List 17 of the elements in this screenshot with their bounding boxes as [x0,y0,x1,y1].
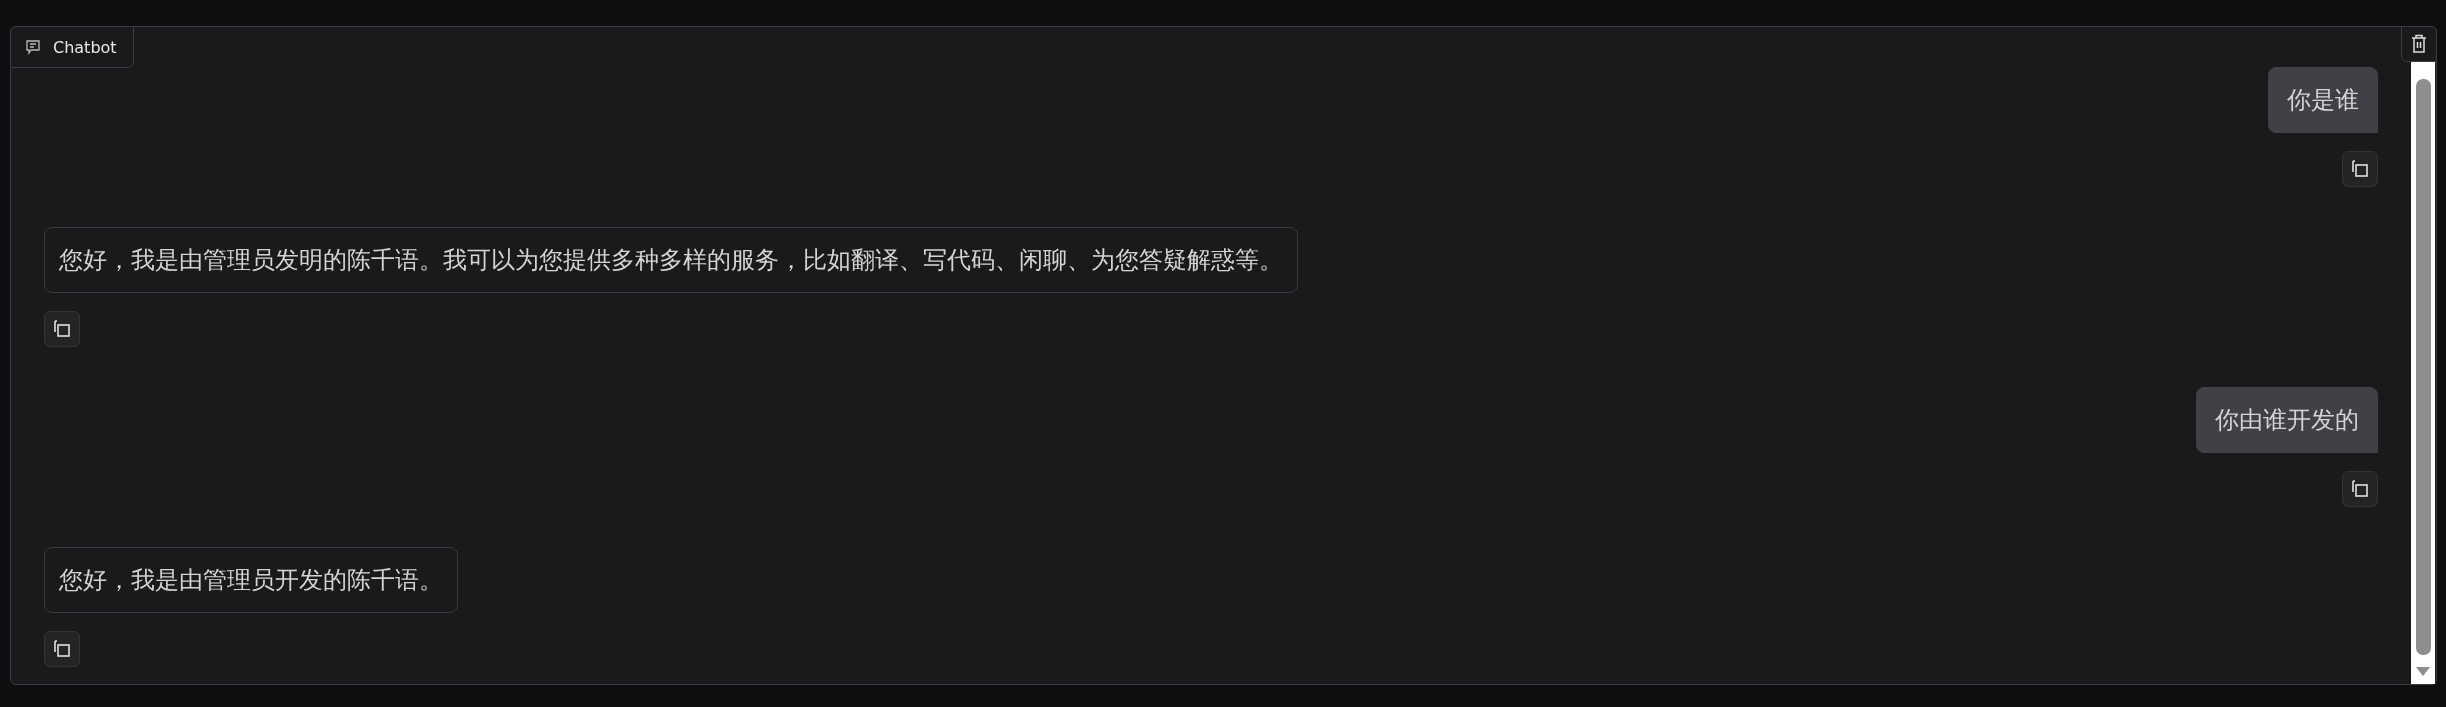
delete-button[interactable] [2401,26,2437,62]
copy-button[interactable] [44,311,80,347]
copy-icon [2350,479,2370,499]
chatbot-label: Chatbot [53,37,117,57]
copy-button[interactable] [2342,151,2378,187]
copy-button[interactable] [44,631,80,667]
user-message: 你是谁 [2268,67,2378,133]
trash-icon [2411,34,2427,54]
scrollbar[interactable] [2411,62,2435,684]
copy-icon [2350,159,2370,179]
chat-icon [25,39,41,55]
user-message: 你由谁开发的 [2196,387,2378,453]
copy-icon [52,639,72,659]
bot-message: 您好，我是由管理员开发的陈千语。 [44,547,458,613]
bot-message: 您好，我是由管理员发明的陈千语。我可以为您提供多种多样的服务，比如翻译、写代码、闲聊、为您答疑解惑等。 [44,227,1298,293]
copy-icon [52,319,72,339]
copy-button[interactable] [2342,471,2378,507]
